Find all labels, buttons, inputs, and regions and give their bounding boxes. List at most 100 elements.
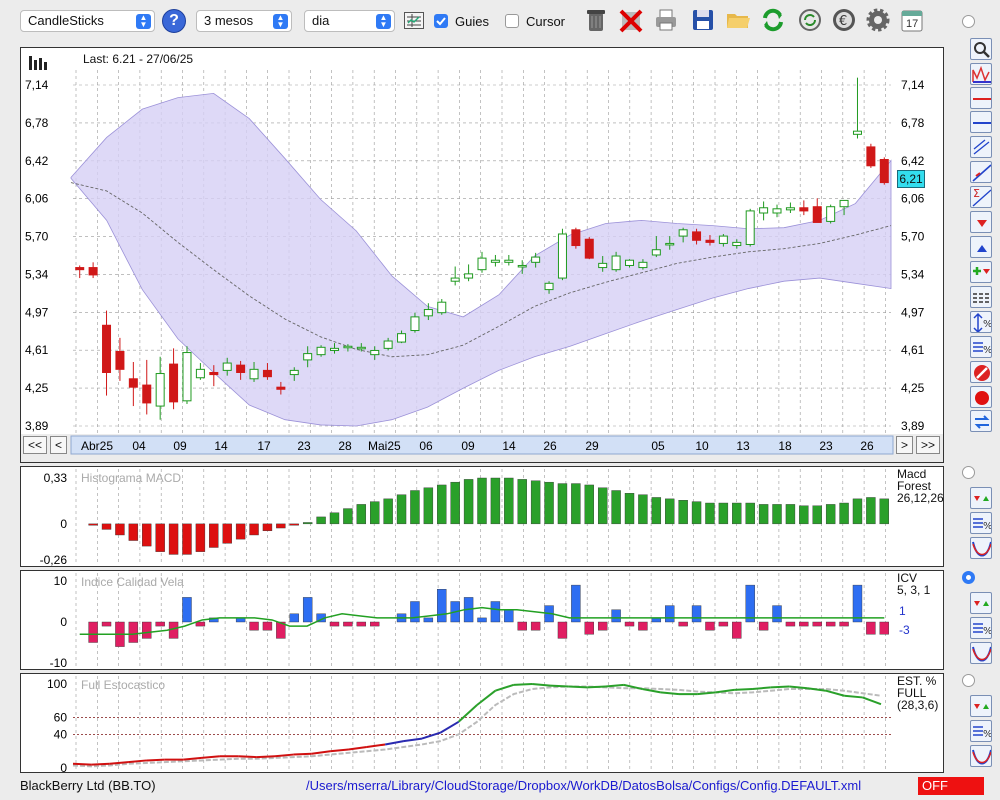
lines-button[interactable] <box>970 286 992 308</box>
icv-bar-negative <box>624 621 635 627</box>
main-panel-radio[interactable] <box>962 15 975 28</box>
add-remove-button[interactable] <box>970 261 992 283</box>
macd-bar-positive <box>410 490 420 525</box>
table-icon[interactable] <box>404 12 424 29</box>
macd-bar-positive <box>316 516 326 525</box>
macd-bar-positive <box>584 484 594 525</box>
y-tick: 60 <box>54 711 68 725</box>
stoch-k-segment <box>697 691 716 696</box>
icv-bar-negative <box>584 621 594 635</box>
icv-panel-radio[interactable] <box>962 571 975 584</box>
guides-checkbox[interactable] <box>434 14 448 28</box>
interval-select[interactable]: dia ▲ ▼ <box>304 10 395 32</box>
help-icon[interactable]: ? <box>162 9 186 33</box>
price-panel[interactable]: 7,14 7,14 6,78 6,78 6,42 6,42 6,06 6,06 5,70 5,70… <box>20 47 944 463</box>
period-select[interactable]: 3 mesos ▲ ▼ <box>196 10 292 32</box>
trendline-button[interactable] <box>970 161 992 183</box>
sync-icon[interactable] <box>797 6 823 34</box>
y-tick-left: 6,06 <box>25 192 49 206</box>
icv-bar-positive <box>477 617 487 623</box>
stoch-k-segment <box>568 685 588 689</box>
y-tick-left: 4,25 <box>25 381 49 395</box>
x-tick-label: 06 <box>419 439 433 453</box>
stop-button[interactable] <box>970 361 992 383</box>
open-folder-icon[interactable] <box>725 6 751 34</box>
x-tick-label: 04 <box>132 439 146 453</box>
arrows-updown-button[interactable] <box>970 592 992 614</box>
percent-button[interactable]: % <box>970 617 993 639</box>
horizontal-line-red-button[interactable] <box>970 87 992 109</box>
stoch-k-segment <box>513 683 533 686</box>
calendar-icon[interactable]: 17 <box>900 6 924 34</box>
channel-button[interactable] <box>970 136 992 158</box>
stoch-k-segment <box>439 720 460 734</box>
macd-panel[interactable]: 0,33 0 -0,26 Histograma MACD Macd Forest 2… <box>20 466 944 567</box>
icv-bar-positive <box>490 601 501 623</box>
percent-button[interactable]: % <box>970 720 993 742</box>
y-tick-right: 4,25 <box>901 381 925 395</box>
candle-up <box>544 282 554 291</box>
price-chart[interactable]: 7,14 7,14 6,78 6,78 6,42 6,42 6,06 6,06 5,70 5,70… <box>21 48 943 462</box>
fibonacci-button[interactable]: Σ <box>970 186 992 208</box>
x-tick-label: 26 <box>543 439 557 453</box>
x-tick-label: 14 <box>214 439 228 453</box>
delete-icon[interactable] <box>618 6 644 34</box>
macd-bar-negative <box>195 523 206 552</box>
stoch-k-segment <box>274 753 294 758</box>
euro-icon[interactable]: € <box>831 6 857 34</box>
arrows-updown-button[interactable] <box>970 487 992 509</box>
swap-button[interactable] <box>970 410 992 432</box>
printer-icon[interactable] <box>653 6 679 34</box>
percent-range-button[interactable]: % <box>970 311 993 334</box>
candle-up <box>678 229 688 237</box>
x-axis-scrollbar <box>70 435 894 455</box>
stoch-k-segment <box>72 762 92 766</box>
save-icon[interactable] <box>690 6 716 34</box>
config-path[interactable]: /Users/mserra/Library/CloudStorage/Dropb… <box>306 778 861 793</box>
horizontal-line-blue-button[interactable] <box>970 111 992 133</box>
macd-panel-radio[interactable] <box>962 466 975 479</box>
icv-panel[interactable]: 10 0 -10 Indice Calidad Vela ICV 5, 3, 1 1… <box>20 570 944 670</box>
candle-down <box>169 363 179 403</box>
oscillator-button[interactable] <box>970 642 992 664</box>
nav-prev-button[interactable]: < <box>50 436 67 454</box>
gear-icon[interactable] <box>865 6 891 34</box>
icv-bar-negative <box>825 621 836 627</box>
oscillator-button[interactable] <box>970 537 992 559</box>
nav-next-button[interactable]: > <box>896 436 913 454</box>
chart-type-select[interactable]: CandleSticks ▲ ▼ <box>20 10 155 32</box>
y-tick-left: 5,34 <box>25 267 49 281</box>
arrows-updown-button[interactable] <box>970 695 992 717</box>
icv-bar-negative <box>530 621 541 631</box>
y-tick: 0 <box>60 615 67 629</box>
macd-bar-negative <box>88 523 98 526</box>
refresh-icon[interactable] <box>760 6 786 34</box>
last-price-tag: 6,21 <box>897 170 925 188</box>
macd-bar-positive <box>463 479 474 525</box>
percent-range-icon: % <box>973 312 993 334</box>
record-button[interactable] <box>970 386 992 408</box>
nav-first-button[interactable]: << <box>23 436 47 454</box>
percent-button[interactable]: % <box>970 336 993 358</box>
y-tick-right: 6,42 <box>901 154 925 168</box>
zoom-button[interactable] <box>970 38 992 60</box>
pattern-button[interactable] <box>970 63 992 85</box>
icv-bar-negative <box>155 621 165 627</box>
icv-bar-negative <box>879 621 889 635</box>
percent-button[interactable]: % <box>970 512 993 534</box>
icv-bar-negative <box>557 621 568 639</box>
volume-bars-icon[interactable] <box>29 56 49 73</box>
cursor-checkbox[interactable] <box>505 14 519 28</box>
mode-indicator[interactable]: OFF <box>918 777 984 795</box>
oscillator-button[interactable] <box>970 745 992 767</box>
arrow-down-red-button[interactable] <box>970 211 992 233</box>
icv-bar-positive <box>504 609 514 623</box>
stoch-panel-radio[interactable] <box>962 674 975 687</box>
macd-bar-positive <box>758 504 769 525</box>
icv-bar-negative <box>88 621 98 643</box>
stoch-panel[interactable]: 100 60 40 0 Full Estocastico EST. % FULL (2… <box>20 673 944 773</box>
arrow-up-blue-button[interactable] <box>970 236 992 258</box>
candle-down <box>276 386 286 390</box>
nav-last-button[interactable]: >> <box>916 436 940 454</box>
trash-icon[interactable] <box>583 6 609 34</box>
